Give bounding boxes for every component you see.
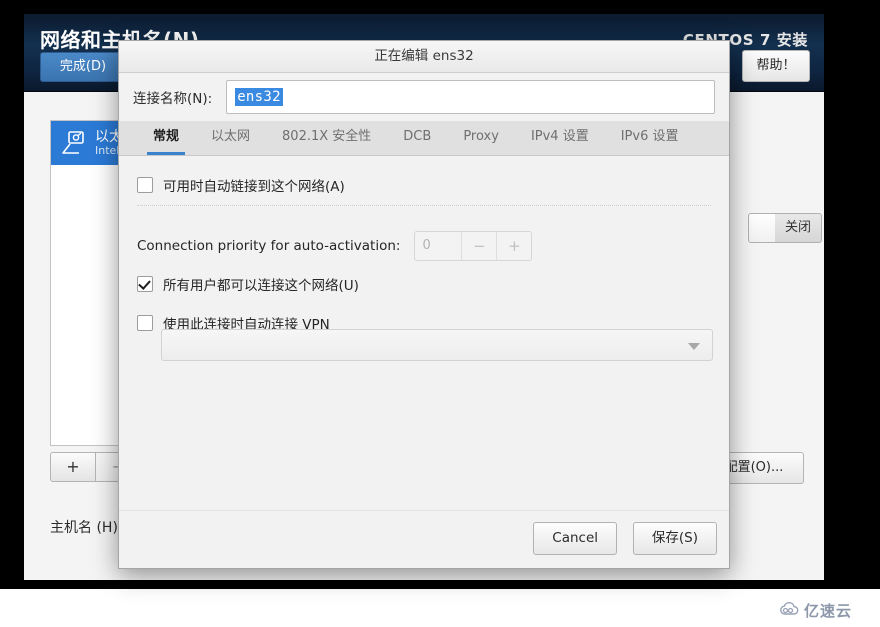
add-device-button[interactable]: + <box>50 452 96 482</box>
all-users-checkbox[interactable] <box>137 276 153 292</box>
tab-8021x-security[interactable]: 802.1X 安全性 <box>266 120 387 155</box>
tab-proxy[interactable]: Proxy <box>447 120 515 155</box>
edit-connection-dialog: 正在编辑 ens32 连接名称(N): ens32 常规 以太网 802.1X … <box>118 40 730 569</box>
connection-priority-value[interactable]: 0 <box>415 232 463 260</box>
auto-vpn-checkbox[interactable] <box>137 315 153 331</box>
watermark: 亿速云 <box>778 600 852 621</box>
tab-dcb[interactable]: DCB <box>387 120 447 155</box>
priority-increment-button[interactable]: + <box>497 232 531 260</box>
chevron-down-icon <box>688 343 700 350</box>
all-users-checkbox-row[interactable]: 所有用户都可以连接这个网络(U) <box>137 274 359 294</box>
watermark-text: 亿速云 <box>804 602 853 620</box>
auto-connect-label: 可用时自动链接到这个网络(A) <box>163 179 345 195</box>
device-enable-toggle[interactable]: 关闭 <box>748 213 822 243</box>
ethernet-icon <box>59 128 89 158</box>
dialog-footer: Cancel 保存(S) <box>119 510 729 568</box>
connection-name-value: ens32 <box>235 88 283 106</box>
general-tab-panel: 可用时自动链接到这个网络(A) Connection priority for … <box>119 157 729 543</box>
cancel-button[interactable]: Cancel <box>533 522 617 555</box>
tab-ethernet[interactable]: 以太网 <box>195 120 266 155</box>
tab-ipv4-settings[interactable]: IPv4 设置 <box>515 120 605 155</box>
letterbox-right <box>824 0 880 589</box>
done-button[interactable]: 完成(D) <box>40 52 126 82</box>
connection-name-label: 连接名称(N): <box>133 91 213 107</box>
screenshot-root: 网络和主机名(N) CENTOS 7 安装 完成(D) 帮助！ <box>0 0 880 627</box>
all-users-label: 所有用户都可以连接这个网络(U) <box>163 278 359 294</box>
priority-decrement-button[interactable]: − <box>462 232 498 260</box>
toggle-state-label[interactable]: 关闭 <box>775 213 822 243</box>
letterbox-left <box>0 0 24 589</box>
cloud-logo-icon <box>778 601 800 621</box>
auto-connect-checkbox-row[interactable]: 可用时自动链接到这个网络(A) <box>137 175 345 195</box>
auto-connect-checkbox[interactable] <box>137 177 153 193</box>
connection-name-input[interactable]: ens32 <box>226 80 715 114</box>
dialog-title: 正在编辑 ens32 <box>374 48 474 64</box>
tab-ipv6-settings[interactable]: IPv6 设置 <box>605 120 695 155</box>
page-background-below <box>0 589 880 627</box>
divider <box>137 205 711 207</box>
toggle-knob[interactable] <box>748 213 776 243</box>
save-button[interactable]: 保存(S) <box>632 522 717 555</box>
letterbox-bottom <box>0 580 824 589</box>
connection-priority-row: Connection priority for auto-activation:… <box>137 231 533 261</box>
connection-name-row: 连接名称(N): ens32 <box>119 73 729 121</box>
vpn-connection-select[interactable] <box>161 329 713 361</box>
tab-general[interactable]: 常规 <box>137 120 195 155</box>
dialog-titlebar: 正在编辑 ens32 <box>119 41 729 73</box>
hostname-label: 主机名 (H) <box>50 520 118 536</box>
help-button[interactable]: 帮助！ <box>742 50 810 82</box>
dialog-tabbar: 常规 以太网 802.1X 安全性 DCB Proxy IPv4 设置 IPv6… <box>119 121 729 156</box>
connection-priority-stepper[interactable]: 0 − + <box>414 231 533 261</box>
letterbox-top <box>0 0 880 14</box>
connection-priority-label: Connection priority for auto-activation: <box>137 238 401 254</box>
